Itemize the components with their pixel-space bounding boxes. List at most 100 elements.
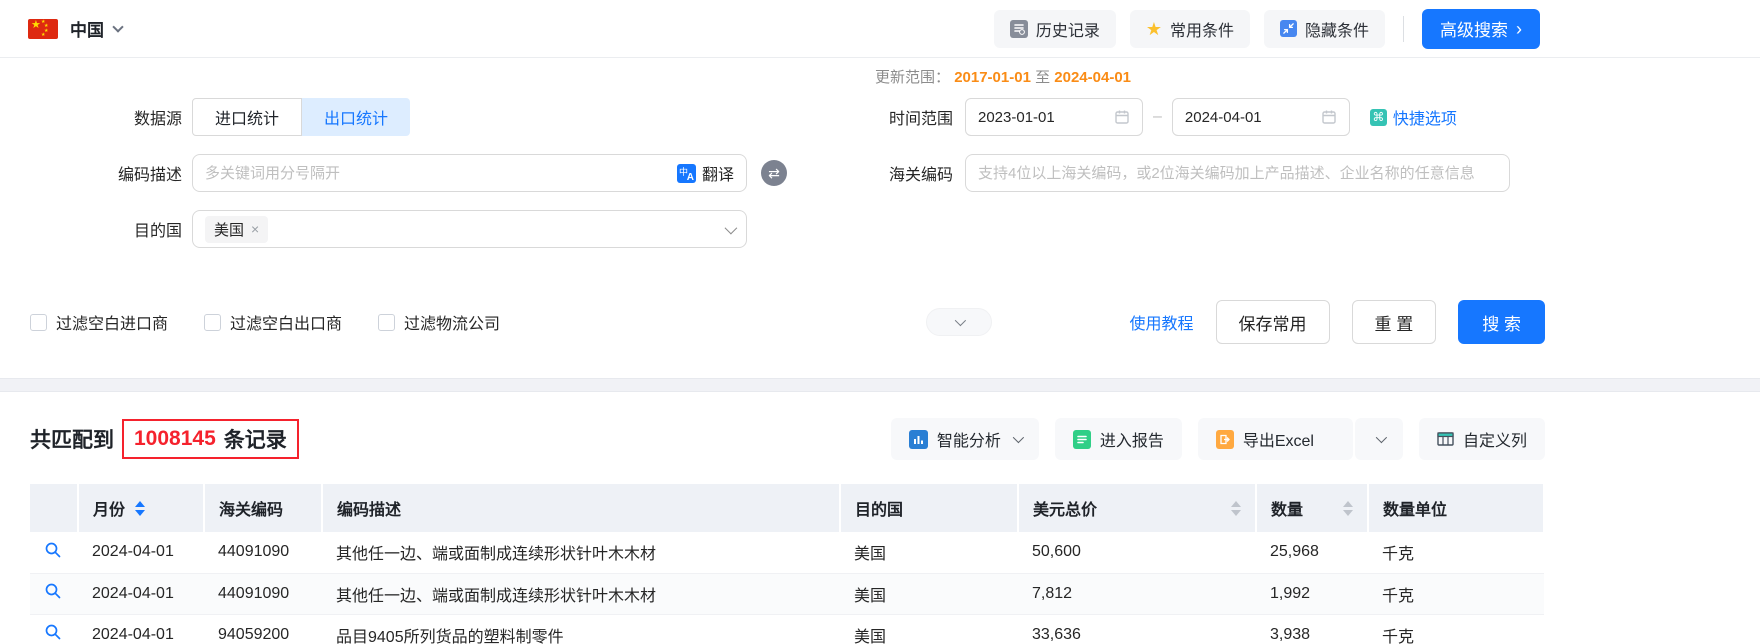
code-desc-label: 编码描述	[117, 167, 182, 184]
destination-tag-label: 美国	[214, 221, 245, 239]
hs-code-field[interactable]	[978, 164, 1497, 182]
search-icon[interactable]	[44, 541, 62, 559]
advanced-search-button[interactable]: 高级搜索 ›	[1422, 8, 1540, 49]
data-source-label: 数据源	[133, 111, 182, 128]
start-date-input[interactable]	[965, 98, 1143, 136]
tutorial-link[interactable]: 使用教程	[1130, 310, 1194, 334]
export-excel-label: 导出Excel	[1242, 433, 1314, 450]
calendar-icon	[1322, 110, 1336, 124]
cell-month: 2024-04-01	[78, 532, 204, 574]
enter-report-button[interactable]: 进入报告	[1054, 418, 1182, 460]
chevron-down-icon[interactable]	[724, 221, 738, 234]
header-dest: 目的国	[840, 484, 1019, 532]
update-range-start: 2017-01-01	[954, 69, 1031, 86]
expand-conditions-button[interactable]	[926, 308, 993, 336]
checkbox-icon[interactable]	[204, 313, 222, 331]
frequent-conditions-button[interactable]: ★ 常用条件	[1129, 9, 1250, 48]
cell-usd: 7,812	[1018, 573, 1256, 615]
chevron-down-icon[interactable]	[112, 21, 124, 33]
results-table: 月份 海关编码 编码描述 目的国 美元总价 数量 数量单位 2024-04-01…	[30, 484, 1545, 644]
hide-conditions-label: 隐藏条件	[1304, 22, 1369, 40]
smart-analysis-button[interactable]: 智能分析	[890, 418, 1039, 460]
translate-button[interactable]: 中A 翻译	[676, 161, 734, 185]
match-prefix: 共匹配到	[30, 429, 114, 452]
end-date-input[interactable]	[1171, 98, 1350, 136]
start-date-field[interactable]	[978, 108, 1114, 126]
header-desc: 编码描述	[322, 484, 841, 532]
translate-icon: 中A	[676, 163, 696, 183]
checkbox-icon[interactable]	[378, 313, 396, 331]
remove-tag-icon[interactable]: ×	[251, 221, 259, 237]
code-desc-input[interactable]: 中A 翻译	[192, 154, 747, 192]
history-button[interactable]: 历史记录	[993, 9, 1116, 48]
filter-blank-exporter-checkbox[interactable]: 过滤空白出口商	[204, 310, 342, 334]
header-usd-label: 美元总价	[1033, 502, 1098, 519]
excel-export-icon	[1215, 429, 1234, 449]
update-range-conjunction: 至	[1035, 69, 1051, 86]
time-range-label: 时间范围	[888, 111, 953, 128]
table-header-row: 月份 海关编码 编码描述 目的国 美元总价 数量 数量单位	[30, 484, 1545, 532]
cell-dest: 美国	[840, 614, 1018, 644]
end-date-field[interactable]	[1184, 108, 1321, 126]
results-section: 共匹配到 1008145 条记录 智能分析 进入报告 导出Excel 自定义列 …	[0, 392, 1760, 644]
cell-desc: 品目9405所列货品的塑料制零件	[322, 614, 840, 644]
header-hs-code-label: 海关编码	[219, 502, 284, 519]
filter-logistics-checkbox[interactable]: 过滤物流公司	[378, 310, 500, 334]
search-icon[interactable]	[44, 623, 62, 641]
hide-conditions-button[interactable]: 隐藏条件	[1263, 9, 1385, 48]
header-unit-label: 数量单位	[1383, 502, 1448, 519]
header-usd[interactable]: 美元总价	[1018, 484, 1257, 532]
sort-icon[interactable]	[1343, 500, 1353, 516]
filter-blank-importer-checkbox[interactable]: 过滤空白进口商	[30, 310, 168, 334]
section-divider	[0, 378, 1760, 392]
history-icon	[1009, 19, 1028, 38]
command-icon: ⌘	[1369, 108, 1387, 126]
table-row[interactable]: 2024-04-01 44091090 其他任一边、端或面制成连续形状针叶木木材…	[30, 532, 1544, 574]
export-excel-button[interactable]: 导出Excel	[1197, 418, 1353, 460]
custom-columns-button[interactable]: 自定义列	[1418, 418, 1545, 460]
smart-analysis-label: 智能分析	[936, 433, 1001, 450]
checkbox-icon[interactable]	[30, 313, 47, 331]
destination-select[interactable]: 美国 ×	[192, 210, 747, 248]
hs-code-label: 海关编码	[888, 167, 953, 184]
save-frequent-button[interactable]: 保存常用	[1215, 300, 1330, 344]
enter-report-label: 进入报告	[1099, 433, 1164, 450]
sort-icon[interactable]	[1231, 500, 1241, 516]
star-icon: ★	[1145, 18, 1162, 39]
search-icon[interactable]	[44, 582, 62, 600]
reset-button[interactable]: 重 置	[1351, 300, 1437, 344]
code-desc-field[interactable]	[205, 164, 677, 182]
bi-chart-icon	[908, 429, 928, 449]
cell-usd: 50,600	[1018, 532, 1256, 574]
header-hs-code: 海关编码	[204, 484, 323, 532]
search-button[interactable]: 搜 索	[1458, 300, 1545, 344]
frequent-conditions-label: 常用条件	[1169, 22, 1234, 40]
country-selector-label[interactable]: 中国	[70, 16, 104, 41]
filter-blank-importer-label: 过滤空白进口商	[56, 316, 169, 333]
destination-label: 目的国	[133, 223, 182, 240]
quick-options-link[interactable]: ⌘ 快捷选项	[1369, 105, 1457, 129]
table-row[interactable]: 2024-04-01 94059200 品目9405所列货品的塑料制零件 美国 …	[30, 614, 1544, 644]
swap-icon[interactable]: ⇄	[761, 160, 787, 186]
table-row[interactable]: 2024-04-01 44091090 其他任一边、端或面制成连续形状针叶木木材…	[30, 573, 1544, 615]
export-options-button[interactable]	[1354, 418, 1403, 460]
update-range-note: 更新范围： 2017-01-01 至 2024-04-01	[30, 66, 1545, 90]
tab-import-stats[interactable]: 进口统计	[192, 98, 303, 136]
cell-desc: 其他任一边、端或面制成连续形状针叶木木材	[322, 573, 840, 615]
report-icon	[1072, 429, 1091, 449]
header-qty[interactable]: 数量	[1256, 484, 1369, 532]
sort-icon[interactable]	[135, 500, 146, 516]
destination-tag: 美国 ×	[205, 215, 269, 243]
tab-export-stats[interactable]: 出口统计	[302, 98, 411, 136]
cell-usd: 33,636	[1018, 614, 1256, 644]
cell-dest: 美国	[840, 532, 1018, 574]
header-month[interactable]: 月份	[78, 484, 205, 532]
cell-unit: 千克	[1368, 573, 1544, 615]
columns-icon	[1437, 431, 1454, 447]
filter-logistics-label: 过滤物流公司	[404, 316, 501, 333]
header-dest-label: 目的国	[855, 502, 904, 519]
divider	[1403, 15, 1404, 42]
hs-code-input[interactable]	[965, 154, 1510, 192]
search-form: 更新范围： 2017-01-01 至 2024-04-01 数据源 进口统计 出…	[0, 58, 1760, 344]
cell-unit: 千克	[1368, 614, 1544, 644]
